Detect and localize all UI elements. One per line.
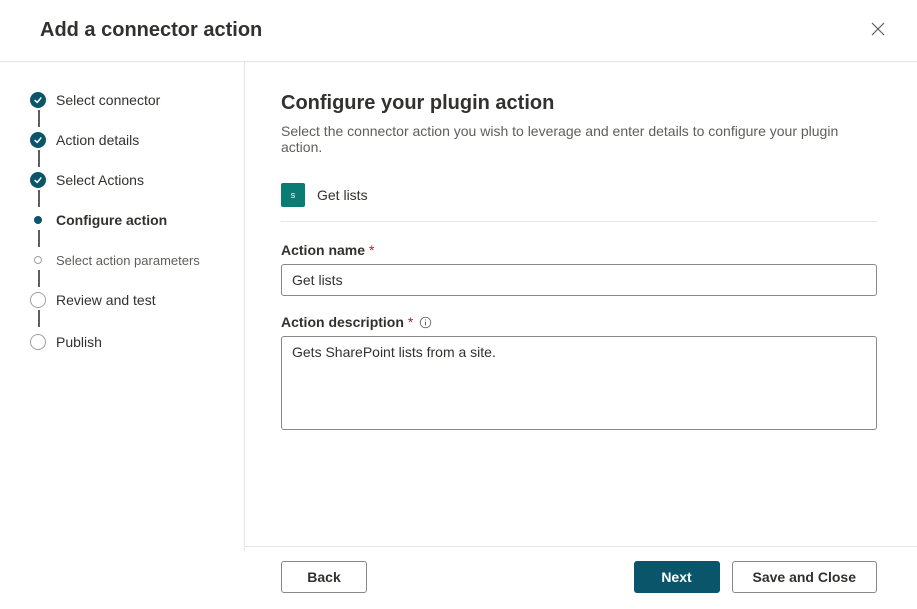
page-subtitle: Select the connector action you wish to … xyxy=(281,123,877,155)
wizard-step[interactable]: Select action parameters xyxy=(30,252,224,292)
main-content: Configure your plugin action Select the … xyxy=(245,62,917,551)
selected-action-header: s Get lists xyxy=(281,183,877,222)
step-connector xyxy=(38,230,40,247)
page-title: Configure your plugin action xyxy=(281,92,877,115)
info-icon[interactable] xyxy=(419,316,432,329)
sharepoint-icon: s xyxy=(281,183,305,207)
step-label: Configure action xyxy=(56,212,167,228)
save-and-close-button[interactable]: Save and Close xyxy=(732,561,878,593)
wizard-steps-sidebar: Select connector Action details Select Act… xyxy=(0,62,245,551)
wizard-step[interactable]: Select Actions xyxy=(30,172,224,212)
step-label: Action details xyxy=(56,132,139,148)
close-button[interactable] xyxy=(867,18,889,43)
action-description-input[interactable] xyxy=(281,336,877,430)
wizard-step[interactable]: Select connector xyxy=(30,92,224,132)
step-label: Select connector xyxy=(56,92,160,108)
required-indicator: * xyxy=(369,242,374,258)
wizard-step[interactable]: Review and test xyxy=(30,292,224,332)
close-icon xyxy=(871,22,885,39)
wizard-step[interactable]: Configure action xyxy=(30,212,224,252)
step-label: Select action parameters xyxy=(56,253,200,268)
step-connector xyxy=(38,310,40,327)
modal-header: Add a connector action xyxy=(0,0,917,62)
step-indicator xyxy=(30,212,46,228)
step-connector xyxy=(38,190,40,207)
modal-title: Add a connector action xyxy=(40,19,262,42)
action-description-label: Action description * xyxy=(281,314,877,330)
step-label: Select Actions xyxy=(56,172,144,188)
back-button[interactable]: Back xyxy=(281,561,367,593)
wizard-step[interactable]: Publish xyxy=(30,332,224,352)
check-icon xyxy=(30,92,46,108)
step-indicator xyxy=(30,334,46,350)
footer: Back Next Save and Close xyxy=(245,546,917,609)
action-name-label: Action name * xyxy=(281,242,877,258)
action-description-field-group: Action description * xyxy=(281,314,877,435)
step-indicator xyxy=(30,292,46,308)
step-connector xyxy=(38,150,40,167)
next-button[interactable]: Next xyxy=(634,561,720,593)
step-label: Review and test xyxy=(56,292,156,308)
check-icon xyxy=(30,172,46,188)
step-label: Publish xyxy=(56,334,102,350)
wizard-step[interactable]: Action details xyxy=(30,132,224,172)
step-connector xyxy=(38,110,40,127)
check-icon xyxy=(30,132,46,148)
action-name-field-group: Action name * xyxy=(281,242,877,296)
selected-action-label: Get lists xyxy=(317,187,368,203)
action-name-input[interactable] xyxy=(281,264,877,296)
step-indicator xyxy=(30,252,46,268)
required-indicator: * xyxy=(408,314,413,330)
step-connector xyxy=(38,270,40,287)
